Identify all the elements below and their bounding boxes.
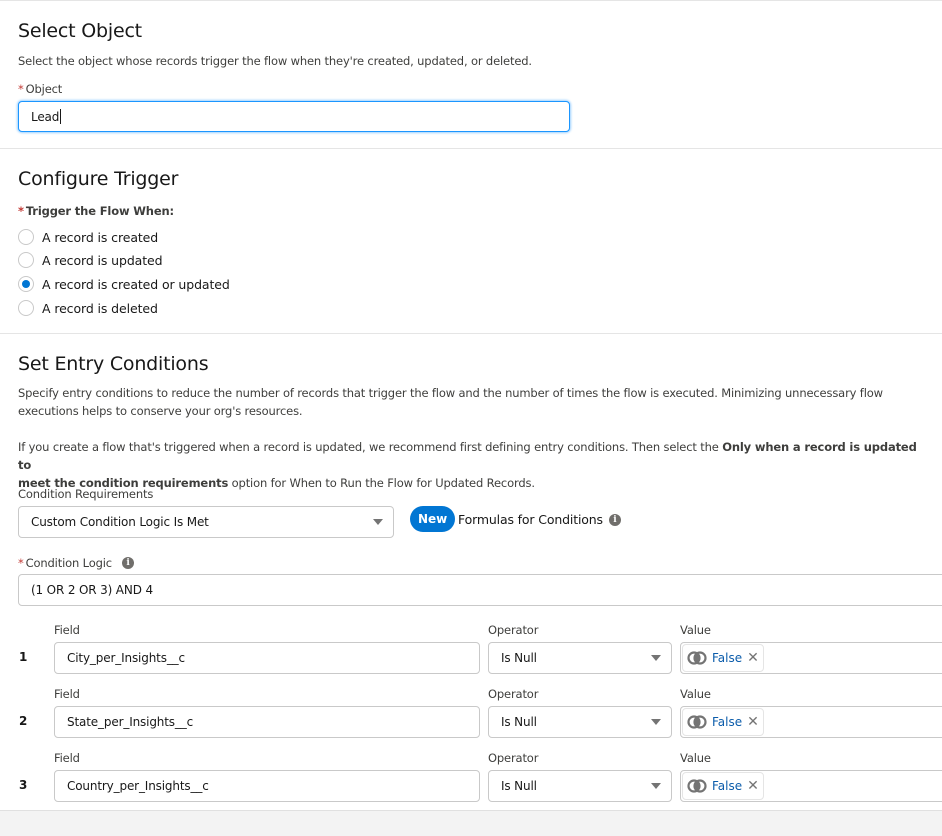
radio-label: A record is created xyxy=(42,229,159,245)
object-input[interactable]: Lead xyxy=(18,101,570,132)
trigger-label: * Trigger the Flow When: xyxy=(18,204,174,218)
radio-record-deleted[interactable]: A record is deleted xyxy=(18,300,158,316)
value-header: Value xyxy=(680,751,711,765)
recommendation-text: option for When to Run the Flow for Upda… xyxy=(228,476,535,490)
operator-value: Is Null xyxy=(501,651,537,665)
operator-header: Operator xyxy=(488,623,539,637)
section-divider xyxy=(0,148,942,149)
flow-start-editor: Select Object Select the object whose re… xyxy=(0,0,942,810)
entry-conditions-title: Set Entry Conditions xyxy=(18,353,209,375)
row-number: 2 xyxy=(19,714,28,728)
radio-button[interactable] xyxy=(18,300,34,316)
entry-conditions-recommendation: If you create a flow that's triggered wh… xyxy=(18,438,918,492)
operator-value: Is Null xyxy=(501,779,537,793)
trigger-label-text: Trigger the Flow When: xyxy=(25,204,174,218)
text-cursor xyxy=(60,109,62,124)
info-icon[interactable]: i xyxy=(608,513,621,526)
info-icon[interactable]: i xyxy=(121,557,134,569)
close-icon[interactable]: ✕ xyxy=(747,715,759,729)
field-header: Field xyxy=(54,623,80,637)
required-asterisk: * xyxy=(18,204,24,218)
radio-label: A record is updated xyxy=(42,252,163,268)
radio-button[interactable] xyxy=(18,252,34,268)
entry-conditions-description: Specify entry conditions to reduce the n… xyxy=(18,384,918,420)
required-asterisk: * xyxy=(18,556,24,570)
operator-combobox[interactable]: Is Null xyxy=(488,706,672,738)
operator-combobox[interactable]: Is Null xyxy=(488,770,672,802)
description-line: Specify entry conditions to reduce the n… xyxy=(18,386,883,400)
chevron-down-icon xyxy=(651,719,661,725)
condition-logic-label-text: Condition Logic xyxy=(25,556,112,570)
configure-trigger-title: Configure Trigger xyxy=(18,168,179,190)
condition-logic-value: (1 OR 2 OR 3) AND 4 xyxy=(31,583,153,597)
field-value: State_per_Insights__c xyxy=(67,715,194,729)
boolean-link-icon xyxy=(687,651,707,665)
radio-label: A record is created or updated xyxy=(42,276,230,292)
value-pill-label: False xyxy=(712,651,743,665)
radio-record-created-or-updated[interactable]: A record is created or updated xyxy=(18,276,230,292)
row-number: 1 xyxy=(19,650,28,664)
boolean-link-icon xyxy=(687,779,707,793)
field-value: Country_per_Insights__c xyxy=(67,779,209,793)
combobox-value: Custom Condition Logic Is Met xyxy=(31,515,209,529)
radio-record-created[interactable]: A record is created xyxy=(18,229,158,245)
condition-requirements-label: Condition Requirements xyxy=(18,487,154,501)
object-input-value: Lead xyxy=(31,109,60,124)
new-badge: New xyxy=(410,506,456,532)
select-object-title: Select Object xyxy=(18,20,142,42)
value-pill[interactable]: False ✕ xyxy=(682,644,764,672)
chevron-down-icon xyxy=(373,519,383,525)
boolean-link-icon xyxy=(687,715,707,729)
row-number: 3 xyxy=(19,778,28,792)
value-pill-label: False xyxy=(712,779,743,793)
radio-record-updated[interactable]: A record is updated xyxy=(18,252,163,268)
field-header: Field xyxy=(54,751,80,765)
select-object-description: Select the object whose records trigger … xyxy=(18,54,532,68)
object-label-text: Object xyxy=(25,82,63,96)
operator-combobox[interactable]: Is Null xyxy=(488,642,672,674)
field-value: City_per_Insights__c xyxy=(67,651,185,665)
condition-logic-label: * Condition Logic i xyxy=(18,556,134,570)
field-header: Field xyxy=(54,687,80,701)
chevron-down-icon xyxy=(651,655,661,661)
operator-header: Operator xyxy=(488,687,539,701)
recommendation-text: If you create a flow that's triggered wh… xyxy=(18,440,723,454)
value-pill-label: False xyxy=(712,715,743,729)
field-input[interactable]: State_per_Insights__c xyxy=(54,706,480,738)
radio-button-selected[interactable] xyxy=(18,276,34,292)
field-input[interactable]: Country_per_Insights__c xyxy=(54,770,480,802)
value-header: Value xyxy=(680,687,711,701)
operator-value: Is Null xyxy=(501,715,537,729)
description-line: executions helps to conserve your org's … xyxy=(18,404,303,418)
section-divider xyxy=(0,333,942,334)
value-pill[interactable]: False ✕ xyxy=(682,772,764,800)
formulas-label: Formulas for Conditions xyxy=(458,512,603,527)
footer-bar xyxy=(0,810,942,836)
formulas-for-conditions: Formulas for Conditions i xyxy=(458,512,621,527)
condition-logic-input[interactable]: (1 OR 2 OR 3) AND 4 xyxy=(18,574,942,606)
operator-header: Operator xyxy=(488,751,539,765)
required-asterisk: * xyxy=(18,82,24,96)
radio-label: A record is deleted xyxy=(42,300,158,316)
object-label: * Object xyxy=(18,82,62,96)
value-header: Value xyxy=(680,623,711,637)
close-icon[interactable]: ✕ xyxy=(747,651,759,665)
close-icon[interactable]: ✕ xyxy=(747,779,759,793)
field-input[interactable]: City_per_Insights__c xyxy=(54,642,480,674)
condition-requirements-combobox[interactable]: Custom Condition Logic Is Met xyxy=(18,506,394,538)
value-pill[interactable]: False ✕ xyxy=(682,708,764,736)
radio-button[interactable] xyxy=(18,229,34,245)
chevron-down-icon xyxy=(651,783,661,789)
